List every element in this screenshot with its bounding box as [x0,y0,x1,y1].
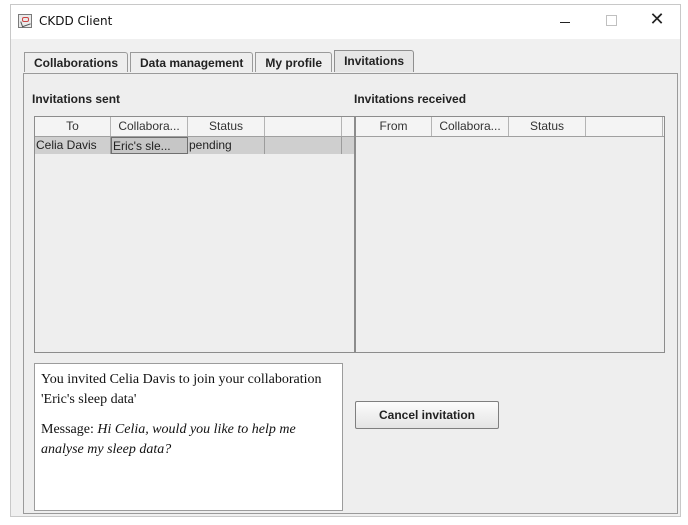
invitation-details: You invited Celia Davis to join your col… [34,363,343,511]
invitations-sent-table[interactable]: To Collabora... Status Celia Davis Eric'… [34,116,355,353]
tab-invitations[interactable]: Invitations [334,50,415,72]
column-header-to[interactable]: To [35,117,111,136]
cell-to[interactable]: Celia Davis [35,137,111,154]
title-bar: CKDD Client ✕ [11,5,680,39]
column-header-collaboration[interactable]: Collabora... [111,117,188,136]
column-header-status[interactable]: Status [188,117,265,136]
maximize-button[interactable] [588,5,634,35]
column-header-from[interactable]: From [356,117,432,136]
tab-data-management[interactable]: Data management [130,52,254,72]
message-label: Message: [41,422,98,437]
invitation-intro: You invited Celia Davis to join your col… [41,372,322,407]
column-header-extra[interactable] [586,117,663,136]
close-button[interactable]: ✕ [634,5,680,35]
table-row[interactable]: Celia Davis Eric's sle... pending [35,137,354,154]
tab-my-profile[interactable]: My profile [255,52,333,72]
table-header: To Collabora... Status [35,117,354,137]
cell-extra[interactable] [265,137,342,154]
app-window: CKDD Client ✕ Collaborations Data manage… [10,4,681,517]
cancel-invitation-button[interactable]: Cancel invitation [355,401,499,429]
invitations-panel: Invitations sent Invitations received To… [23,73,678,514]
invitations-received-table[interactable]: From Collabora... Status [355,116,665,353]
invitation-message: Message: Hi Celia, would you like to hel… [41,420,336,460]
tab-collaborations[interactable]: Collaborations [24,52,129,72]
window-title: CKDD Client [39,14,113,28]
minimize-button[interactable] [542,5,588,35]
tab-bar: Collaborations Data management My profil… [24,50,416,73]
invitations-received-label: Invitations received [354,92,467,106]
java-app-icon [18,14,32,28]
cell-collaboration[interactable]: Eric's sle... [111,137,188,154]
cell-status[interactable]: pending [188,137,265,154]
column-header-status[interactable]: Status [509,117,586,136]
column-header-collaboration[interactable]: Collabora... [432,117,509,136]
maximize-icon [605,14,617,26]
column-header-extra[interactable] [265,117,342,136]
minimize-icon [560,21,570,23]
invitations-sent-label: Invitations sent [32,92,121,106]
table-header: From Collabora... Status [356,117,664,137]
close-icon: ✕ [649,9,665,30]
